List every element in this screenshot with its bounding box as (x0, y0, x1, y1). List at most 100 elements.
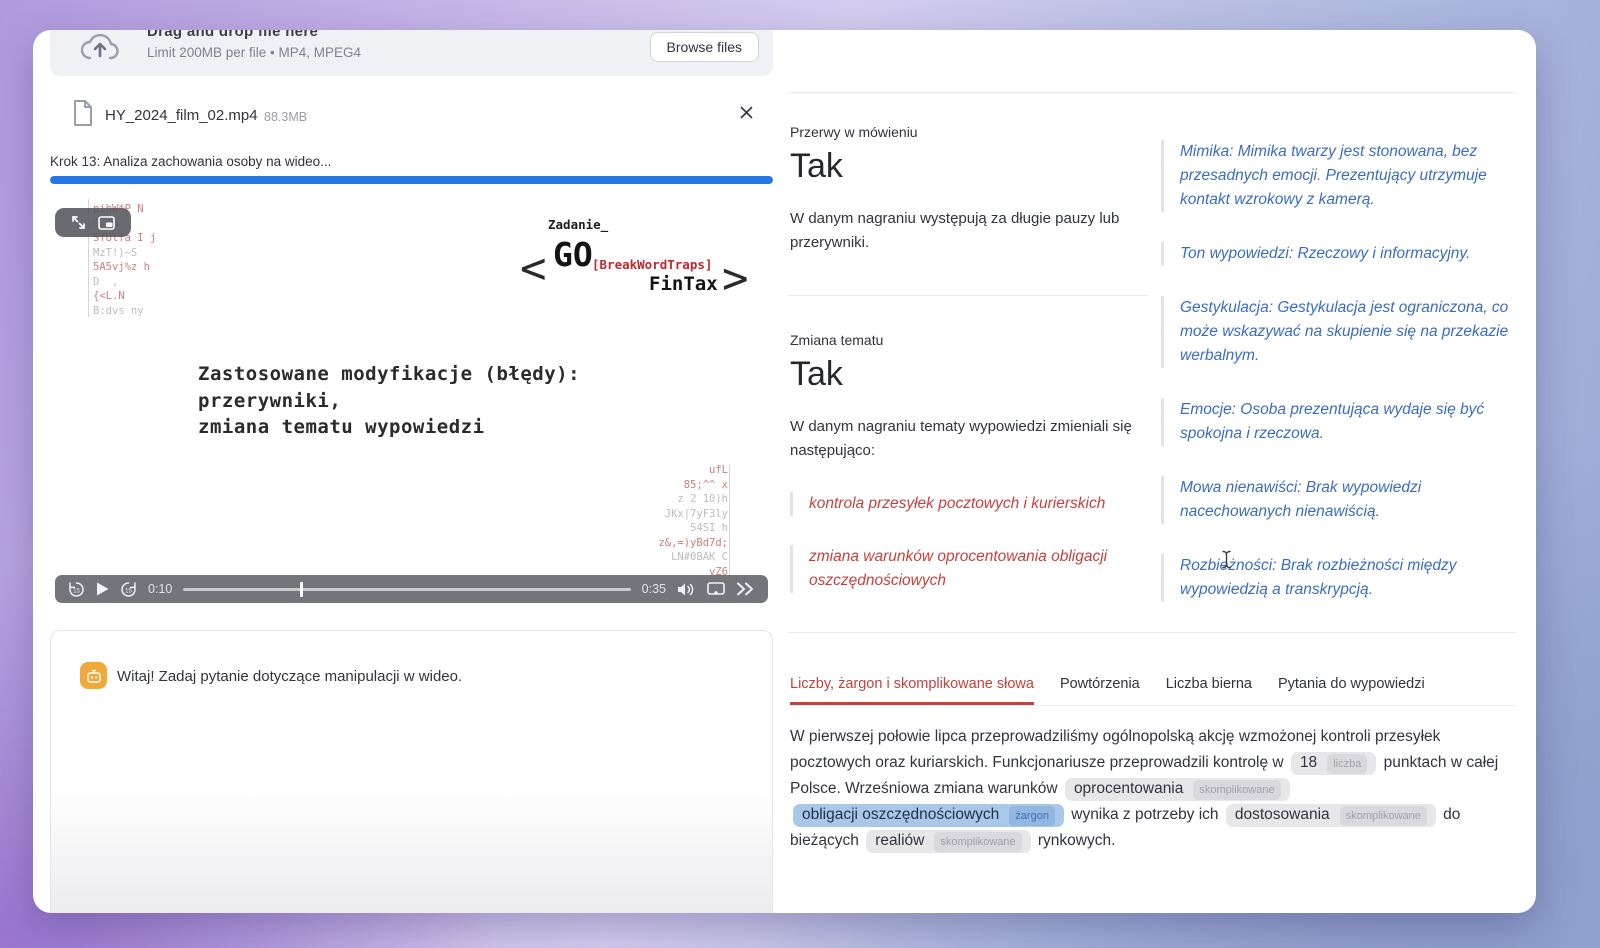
progress-step-label: Krok 13: Analiza zachowania osoby na wid… (50, 154, 331, 169)
file-uploader-dropzone[interactable]: Drag and drop file here Limit 200MB per … (50, 30, 773, 76)
behavior-note: Ton wypowiedzi: Rzeczowy i informacyjny. (1161, 242, 1517, 266)
behavior-note: Mowa nienawiści: Brak wypowiedzi nacecho… (1161, 476, 1517, 524)
behavior-notes-list: Mimika: Mimika twarzy jest stonowana, be… (1161, 140, 1517, 602)
chat-panel: Witaj! Zadaj pytanie dotyczące manipulac… (50, 630, 773, 913)
divider (788, 92, 1516, 93)
uploaded-file-name: HY_2024_film_02.mp4 (105, 107, 258, 124)
upload-cloud-icon (80, 34, 120, 64)
topic-quotes-list: kontrola przesyłek pocztowych i kuriersk… (790, 492, 1150, 593)
duration: 0:35 (642, 582, 666, 596)
analysis-tab[interactable]: Liczby, żargon i skomplikowane słowa (790, 676, 1034, 705)
pip-button[interactable] (98, 216, 115, 230)
video-glitch-divider-right (729, 465, 730, 577)
tagged-word: 18 (1300, 754, 1317, 771)
cast-screen-icon (707, 582, 725, 597)
logo-angle-right: > (722, 253, 749, 304)
dropzone-hint-clipped: Drag and drop file here (147, 30, 447, 41)
video-player[interactable]: pihW*P NG ^uSfUlfa I jMzT!)~S5A5vj%z hD … (50, 195, 773, 610)
analysis-tab[interactable]: Powtórzenia (1060, 676, 1140, 705)
divider (788, 295, 1148, 296)
metric-label-topic-change: Zmiana tematu (790, 332, 883, 348)
video-controls-bar: 15 15 0:10 0:35 (55, 575, 768, 603)
glitch-line: z 2 10)h (658, 492, 728, 507)
logo-go: GO (553, 235, 593, 274)
browse-files-button[interactable]: Browse files (650, 32, 759, 62)
volume-button[interactable] (677, 582, 696, 597)
play-button[interactable] (96, 582, 109, 596)
glitch-line: z&,=)yBd7d; (658, 536, 728, 551)
tag-category-label: skomplikowane (1193, 780, 1280, 800)
glitch-line: 5A5vj%z h (93, 260, 156, 275)
tag-category-label: żargon (1009, 806, 1055, 826)
fullscreen-button[interactable] (71, 215, 86, 230)
analysis-tab[interactable]: Pytania do wypowiedzi (1278, 676, 1425, 705)
transcript-tag-complex[interactable]: dostosowania skomplikowane (1226, 804, 1436, 827)
tagged-word: dostosowania (1235, 806, 1330, 823)
assistant-welcome-message: Witaj! Zadaj pytanie dotyczące manipulac… (117, 668, 462, 685)
double-chevron-icon (736, 582, 755, 596)
transcript-text: wynika z potrzeby ich (1067, 806, 1223, 823)
video-glitch-text-right: ufL85;^^ xz 2 10)hJKx|7yF3lyS4SI hz&,=)y… (658, 463, 728, 579)
rewind-15-icon: 15 (68, 581, 85, 598)
glitch-line: ufL (658, 463, 728, 478)
video-caption: Zastosowane modyfikacje (błędy): przeryw… (198, 361, 580, 441)
fullscreen-icon (71, 215, 86, 230)
analysis-tab[interactable]: Liczba bierna (1166, 676, 1252, 705)
file-icon (72, 100, 94, 127)
glitch-line: LN#0BAK C (658, 550, 728, 565)
transcript-tag-number[interactable]: 18 liczba (1291, 752, 1376, 775)
skip-forward-button[interactable] (736, 582, 755, 596)
logo-fintax: FinTax (649, 273, 718, 295)
topic-quote: kontrola przesyłek pocztowych i kuriersk… (790, 492, 1150, 516)
logo-breakwordtraps: [BreakWordTraps] (592, 257, 712, 272)
transcript-tag-complex[interactable]: oprocentowaniaskomplikowane (1065, 778, 1290, 801)
glitch-line: S4SI h (658, 521, 728, 536)
glitch-line: B:dvs ny (93, 304, 156, 319)
behavior-note: Emocje: Osoba prezentująca wydaje się by… (1161, 398, 1517, 446)
assistant-avatar (80, 662, 107, 689)
logo-angle-left: < (520, 243, 547, 294)
behavior-note: Gestykulacja: Gestykulacja jest ogranicz… (1161, 296, 1517, 368)
svg-text:15: 15 (73, 588, 80, 594)
robot-icon (86, 669, 102, 683)
app-card: Drag and drop file here Limit 200MB per … (33, 30, 1536, 913)
seek-bar[interactable] (183, 588, 630, 591)
volume-icon (677, 582, 696, 597)
forward-15-icon: 15 (120, 581, 137, 598)
svg-text:15: 15 (125, 588, 132, 594)
transcript-text: rynkowych. (1034, 832, 1116, 849)
progress-bar-fill (50, 176, 773, 184)
glitch-line: MzT!)~S (93, 246, 156, 261)
metric-desc-topic-change: W danym nagraniu tematy wypowiedzi zmien… (790, 415, 1135, 463)
rewind-15-button[interactable]: 15 (68, 581, 85, 598)
metric-value-pauses: Tak (790, 146, 843, 186)
transcript-tag-jargon[interactable]: obligacji oszczędnościowychżargon (793, 804, 1064, 827)
topic-quote: zmiana warunków oprocentowania obligacji… (790, 545, 1150, 593)
forward-15-button[interactable]: 15 (120, 581, 137, 598)
progress-bar (50, 176, 773, 184)
seek-handle[interactable] (300, 582, 303, 597)
behavior-note: Rozbieżności: Brak rozbieżności między w… (1161, 554, 1517, 602)
picture-in-picture-icon (98, 216, 115, 230)
glitch-line: D , (93, 275, 156, 290)
tag-category-label: liczba (1327, 754, 1367, 774)
glitch-line: JKx|7yF3ly (658, 507, 728, 522)
transcript-tag-complex[interactable]: realiówskomplikowane (866, 830, 1030, 853)
uploaded-file-size: 88.3MB (264, 110, 307, 124)
video-overlay-controls (55, 208, 131, 237)
tag-category-label: skomplikowane (1340, 806, 1427, 826)
text-cursor (1221, 550, 1232, 569)
play-icon (96, 582, 109, 596)
transcript-paragraph: W pierwszej połowie lipca przeprowadzili… (790, 724, 1512, 854)
metric-desc-pauses: W danym nagraniu występują za długie pau… (790, 207, 1120, 255)
behavior-note: Mimika: Mimika twarzy jest stonowana, be… (1161, 140, 1517, 212)
video-task-label: Zadanie_ (548, 217, 608, 232)
glitch-line: {<L.N (93, 289, 156, 304)
divider (788, 632, 1516, 633)
cast-button[interactable] (707, 582, 725, 597)
metric-value-topic-change: Tak (790, 354, 843, 394)
metric-label-pauses: Przerwy w mówieniu (790, 124, 918, 140)
remove-file-button[interactable] (733, 102, 759, 128)
current-time: 0:10 (148, 582, 172, 596)
glitch-line: 85;^^ x (658, 478, 728, 493)
